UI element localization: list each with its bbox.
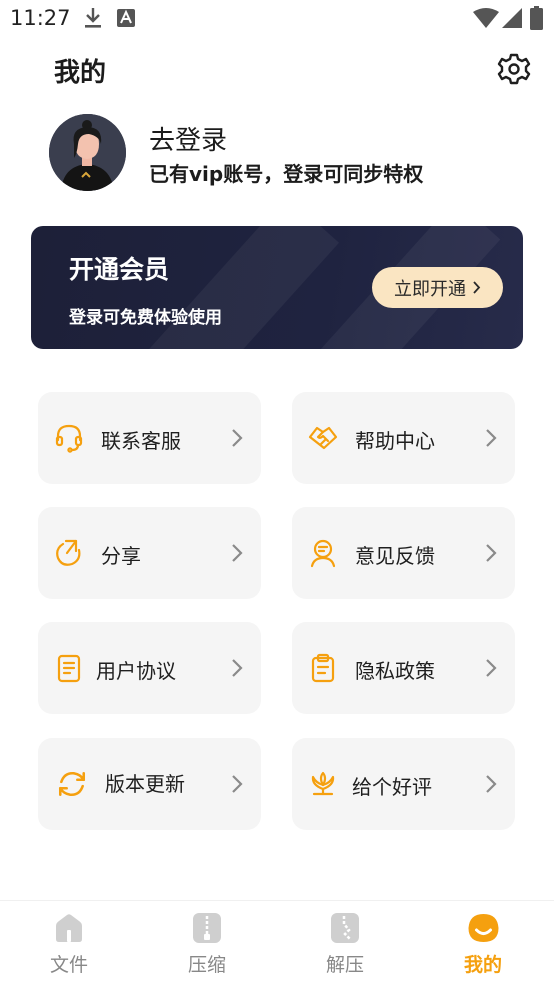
- nav-label: 我的: [463, 954, 502, 976]
- chevron-right-icon: [486, 544, 497, 562]
- menu-item-contact-support[interactable]: 联系客服: [38, 392, 261, 484]
- chevron-right-icon: [232, 429, 243, 447]
- chevron-right-icon: [486, 659, 497, 677]
- chevron-right-icon: [473, 281, 481, 294]
- rate-icon: [311, 771, 335, 796]
- bottom-nav: 文件 压缩 解压 我的: [0, 900, 554, 984]
- headset-icon: [55, 424, 83, 453]
- menu-item-label: 用户协议: [96, 659, 176, 683]
- profile-icon: [468, 914, 499, 942]
- signal-icon: [502, 8, 522, 28]
- battery-icon: [530, 6, 543, 30]
- menu-item-user-agreement[interactable]: 用户协议: [38, 622, 261, 714]
- extract-icon: [331, 913, 359, 943]
- vip-subtitle: 登录可免费体验使用: [69, 308, 222, 328]
- nav-tab-profile[interactable]: 我的: [414, 901, 552, 984]
- login-title[interactable]: 去登录: [149, 120, 227, 157]
- share-icon: [56, 539, 81, 566]
- banner-decoration: [113, 226, 339, 349]
- menu-item-help-center[interactable]: 帮助中心: [292, 392, 515, 484]
- update-icon: [58, 771, 86, 797]
- chevron-right-icon: [232, 544, 243, 562]
- menu-item-label: 帮助中心: [355, 429, 435, 453]
- compress-icon: [193, 913, 221, 943]
- avatar-illustration-icon: [49, 114, 126, 191]
- feedback-icon: [310, 539, 336, 568]
- open-vip-button[interactable]: 立即开通: [372, 267, 503, 308]
- page-title: 我的: [54, 58, 107, 88]
- status-bar: 11:27: [0, 0, 554, 38]
- menu-item-version-update[interactable]: 版本更新: [38, 738, 261, 830]
- chevron-right-icon: [232, 775, 243, 793]
- avatar[interactable]: [49, 114, 126, 191]
- nav-label: 解压: [325, 954, 364, 976]
- wifi-icon: [473, 8, 499, 28]
- download-icon: [85, 8, 101, 28]
- chevron-right-icon: [486, 775, 497, 793]
- handshake-icon: [308, 426, 338, 450]
- nav-tab-compress[interactable]: 压缩: [138, 901, 276, 984]
- menu-item-rate-app[interactable]: 给个好评: [292, 738, 515, 830]
- nav-label: 压缩: [187, 954, 226, 976]
- menu-item-label: 联系客服: [101, 429, 181, 453]
- home-icon: [56, 914, 82, 942]
- menu-item-label: 分享: [101, 544, 141, 568]
- privacy-icon: [311, 653, 335, 683]
- nav-tab-files[interactable]: 文件: [0, 901, 138, 984]
- status-time: 11:27: [10, 6, 71, 30]
- nav-label: 文件: [49, 954, 88, 976]
- agreement-icon: [57, 654, 81, 683]
- menu-item-label: 给个好评: [352, 775, 432, 799]
- screen: 11:27 我的 去登录 已有vip账号，登录可同步特权 开通会员 登录可免费体…: [0, 0, 554, 984]
- open-vip-button-label: 立即开通: [394, 278, 466, 300]
- menu-item-feedback[interactable]: 意见反馈: [292, 507, 515, 599]
- menu-item-label: 隐私政策: [355, 659, 435, 683]
- menu-item-share[interactable]: 分享: [38, 507, 261, 599]
- chevron-right-icon: [232, 659, 243, 677]
- gear-icon[interactable]: [497, 52, 531, 86]
- login-subtitle: 已有vip账号，登录可同步特权: [149, 162, 424, 186]
- menu-item-privacy-policy[interactable]: 隐私政策: [292, 622, 515, 714]
- font-app-icon: [117, 9, 135, 27]
- nav-tab-extract[interactable]: 解压: [276, 901, 414, 984]
- vip-title: 开通会员: [69, 255, 170, 284]
- vip-banner[interactable]: 开通会员 登录可免费体验使用 立即开通: [31, 226, 523, 349]
- menu-item-label: 意见反馈: [355, 544, 435, 568]
- menu-item-label: 版本更新: [105, 772, 185, 796]
- chevron-right-icon: [486, 429, 497, 447]
